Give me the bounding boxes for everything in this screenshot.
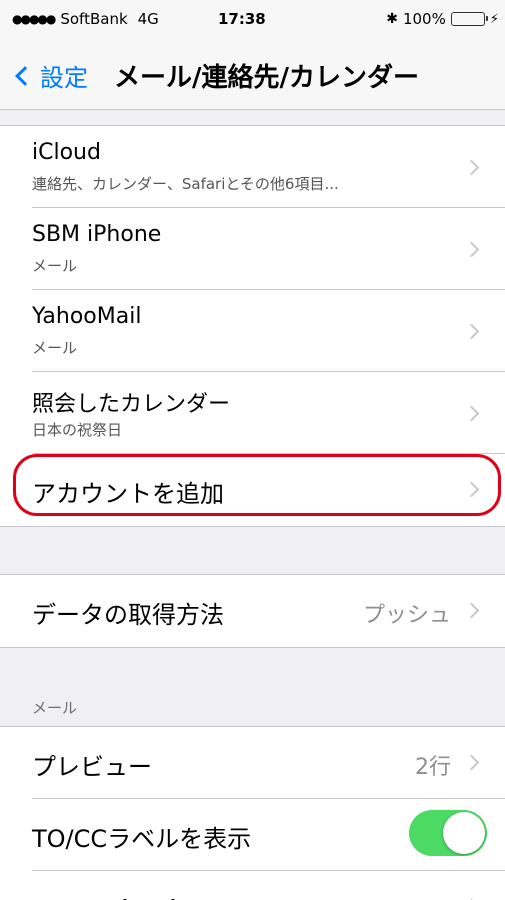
- chevron-right-icon: [463, 405, 480, 422]
- back-chevron-icon: [15, 65, 35, 86]
- chevron-right-icon: [463, 241, 480, 258]
- page-title: メール/連絡先/カレンダー: [114, 63, 419, 93]
- chevron-right-icon: [463, 323, 480, 340]
- fetch-group: データの取得方法 プッシュ: [0, 574, 505, 648]
- show-to-cc-toggle[interactable]: [409, 810, 487, 856]
- account-title: iCloud: [32, 140, 101, 165]
- bluetooth-icon: ✱: [386, 11, 398, 27]
- account-title: YahooMail: [32, 304, 142, 329]
- chevron-right-icon: [463, 602, 480, 619]
- signal-strength-icon: ●●●●●: [12, 12, 56, 26]
- fetch-new-data-row[interactable]: データの取得方法 プッシュ: [32, 575, 505, 647]
- fetch-label: データの取得方法: [32, 601, 224, 629]
- status-bar: ●●●●● SoftBank 4G 17:38 ✱ 100% ⚡: [0, 0, 505, 40]
- preview-value: 2行: [415, 755, 451, 780]
- back-label: 設定: [40, 64, 88, 92]
- charging-icon: ⚡: [489, 11, 499, 27]
- carrier-info: ●●●●● SoftBank 4G: [12, 10, 159, 28]
- carrier-name: SoftBank: [60, 10, 128, 28]
- battery-percent: 100%: [402, 10, 446, 28]
- account-title: 照会したカレンダー: [32, 392, 231, 417]
- account-subtitle: メール: [32, 257, 78, 275]
- preview-row[interactable]: プレビュー 2行: [32, 727, 505, 799]
- account-title: SBM iPhone: [32, 222, 162, 247]
- network-type: 4G: [137, 10, 159, 28]
- swipe-options-row[interactable]: スワイプオプション: [32, 871, 505, 900]
- account-row-sbm-iphone[interactable]: SBM iPhone メール: [32, 208, 505, 290]
- battery-icon: [450, 12, 488, 26]
- chevron-right-icon: [463, 159, 480, 176]
- section-header-mail: メール: [32, 699, 78, 717]
- account-subtitle: 連絡先、カレンダー、Safariとその他6項目...: [32, 175, 339, 193]
- show-to-cc-row: TO/CCラベルを表示: [32, 799, 505, 871]
- highlight-annotation: [13, 454, 501, 516]
- account-row-icloud[interactable]: iCloud 連絡先、カレンダー、Safariとその他6項目...: [32, 126, 505, 208]
- preview-label: プレビュー: [32, 753, 152, 781]
- back-button[interactable]: 設定: [12, 58, 88, 93]
- account-subtitle: 日本の祝祭日: [32, 421, 123, 439]
- mail-group: プレビュー 2行 TO/CCラベルを表示 スワイプオプション: [0, 726, 505, 900]
- account-row-subscribed-calendar[interactable]: 照会したカレンダー 日本の祝祭日: [32, 372, 505, 454]
- fetch-value: プッシュ: [362, 603, 451, 628]
- clock: 17:38: [218, 10, 266, 28]
- toggle-knob: [443, 812, 485, 854]
- show-to-cc-label: TO/CCラベルを表示: [32, 825, 252, 853]
- swipe-options-label: スワイプオプション: [32, 891, 248, 900]
- chevron-right-icon: [463, 754, 480, 771]
- account-row-yahoomail[interactable]: YahooMail メール: [32, 290, 505, 372]
- account-subtitle: メール: [32, 339, 78, 357]
- status-right: ✱ 100% ⚡: [386, 10, 499, 28]
- navigation-bar: 設定 メール/連絡先/カレンダー: [0, 40, 505, 110]
